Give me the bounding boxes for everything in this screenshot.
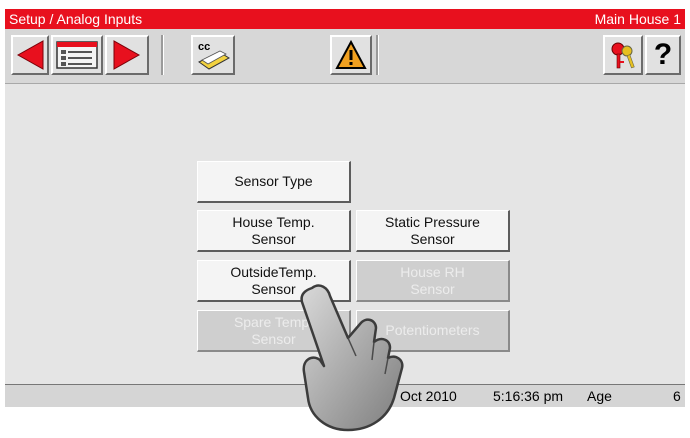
toolbar-separator (161, 35, 164, 75)
house-temp-sensor-button[interactable]: House Temp. Sensor (197, 210, 351, 252)
toolbar-separator (376, 35, 379, 75)
status-age-value: 6 (673, 388, 681, 404)
copy-button[interactable]: cc (191, 35, 235, 75)
forward-arrow-icon (113, 40, 141, 70)
forward-button[interactable] (105, 35, 149, 75)
keys-icon (611, 42, 635, 69)
cc-copy-icon: cc (198, 41, 231, 70)
house-name: Main House 1 (594, 11, 681, 27)
back-button[interactable] (11, 35, 49, 75)
back-arrow-icon (16, 40, 44, 70)
status-age-label: Age (587, 388, 612, 404)
help-button[interactable]: ? (645, 35, 681, 75)
main-menu-button[interactable] (51, 35, 103, 75)
svg-text:cc: cc (198, 41, 210, 53)
pointing-hand-icon (300, 284, 404, 432)
menu-list-icon (56, 41, 98, 69)
sensor-type-button[interactable]: Sensor Type (197, 161, 351, 203)
static-pressure-sensor-button[interactable]: Static Pressure Sensor (356, 210, 510, 252)
status-time: 5:16:36 pm (493, 388, 564, 404)
title-bar: Setup / Analog Inputs Main House 1 (5, 9, 685, 29)
toolbar: cc ? (5, 29, 685, 84)
alarm-button[interactable] (330, 35, 372, 75)
keys-button[interactable] (603, 35, 643, 75)
alarm-warning-icon (335, 40, 367, 69)
help-icon: ? (653, 38, 673, 71)
page-title: Setup / Analog Inputs (9, 11, 143, 27)
